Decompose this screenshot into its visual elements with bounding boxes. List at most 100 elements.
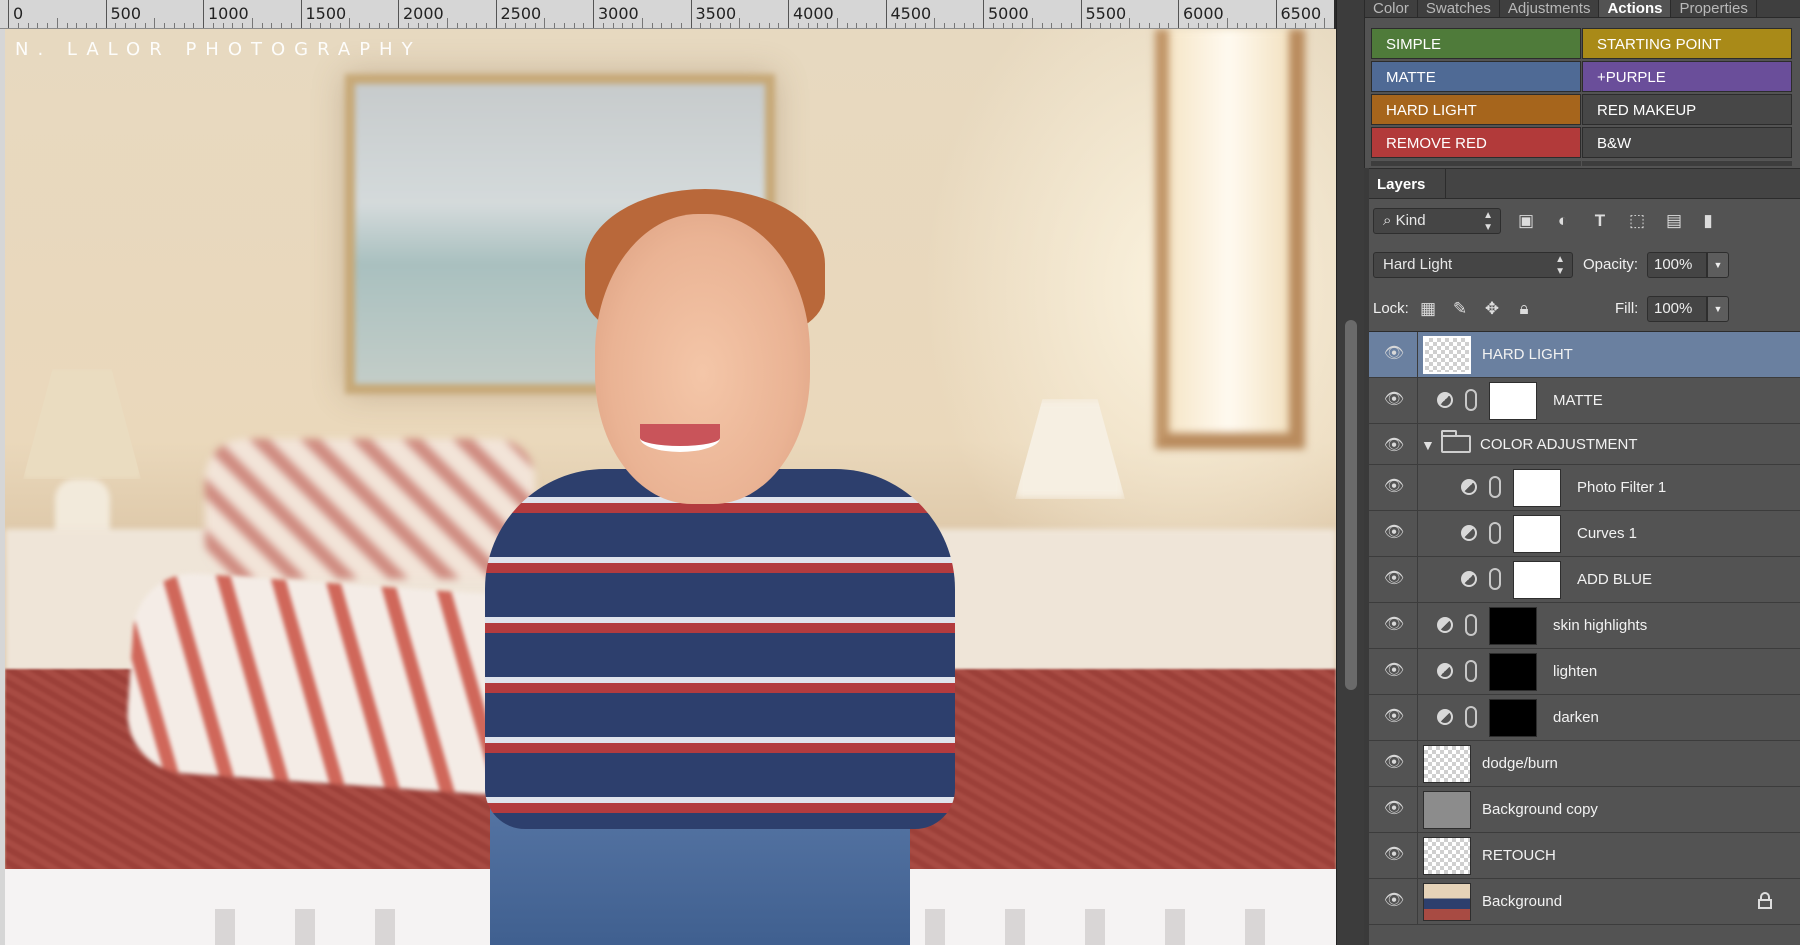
- adjustment-layer-icon: [1437, 709, 1453, 725]
- adjustment-layer-icon: [1461, 479, 1477, 495]
- eye-visibility-icon[interactable]: 👁︎: [1383, 525, 1405, 541]
- action-button-red-makeup[interactable]: RED MAKEUP: [1582, 94, 1792, 125]
- adjustment-layer-filter-icon[interactable]: ◐: [1550, 208, 1576, 234]
- tab-color[interactable]: Color: [1365, 0, 1418, 17]
- layer-row-background[interactable]: 👁︎ Background: [1365, 879, 1800, 925]
- lock-position-move-icon[interactable]: ✥: [1479, 296, 1505, 322]
- tab-properties[interactable]: Properties: [1671, 0, 1757, 17]
- ruler-tick: 3500: [690, 0, 736, 28]
- ruler-tick-label: 5000: [988, 4, 1029, 23]
- layers-panel-title[interactable]: Layers: [1377, 176, 1425, 193]
- divider: [1417, 879, 1418, 924]
- lock-pixels-brush-icon[interactable]: ✎: [1447, 296, 1473, 322]
- fill-label: Fill:: [1615, 300, 1639, 317]
- ruler-tick-label: 1000: [208, 4, 249, 23]
- eye-visibility-icon[interactable]: 👁︎: [1383, 571, 1405, 587]
- ruler-minor-tick: [641, 18, 643, 28]
- eye-visibility-icon[interactable]: 👁︎: [1383, 438, 1405, 454]
- tab-adjustments[interactable]: Adjustments: [1500, 0, 1600, 17]
- blend-mode-select[interactable]: Hard Light ▲ ▼: [1373, 252, 1573, 278]
- chain-link-icon[interactable]: [1489, 476, 1501, 498]
- lock-transparency-icon[interactable]: ▦: [1415, 296, 1441, 322]
- ruler-minor-tick: [183, 23, 185, 28]
- eye-visibility-icon[interactable]: 👁︎: [1383, 847, 1405, 863]
- tab-actions[interactable]: Actions: [1599, 0, 1672, 17]
- ruler-tick: 500: [105, 0, 141, 28]
- action-button-simple[interactable]: SIMPLE: [1371, 28, 1581, 59]
- chain-link-icon[interactable]: [1489, 568, 1501, 590]
- eye-visibility-icon[interactable]: 👁︎: [1383, 479, 1405, 495]
- action-button-b-w[interactable]: B&W: [1582, 127, 1792, 158]
- pillow-back: [205, 439, 535, 579]
- photo-canvas[interactable]: N. LALOR PHOTOGRAPHY: [5, 29, 1336, 945]
- smart-object-filter-icon[interactable]: ▤: [1661, 208, 1687, 234]
- opacity-input[interactable]: 100%: [1647, 252, 1707, 278]
- bed-slat: [375, 909, 395, 945]
- ruler-minor-tick: [924, 23, 926, 28]
- ruler-minor-tick: [437, 23, 438, 28]
- tab-swatches[interactable]: Swatches: [1418, 0, 1500, 17]
- action-button-remove-red[interactable]: REMOVE RED: [1371, 127, 1581, 158]
- canvas-vertical-scrollbar[interactable]: [1336, 0, 1364, 945]
- eye-visibility-icon[interactable]: 👁︎: [1383, 346, 1405, 362]
- ruler-minor-tick: [632, 23, 633, 28]
- eye-visibility-icon[interactable]: 👁︎: [1383, 617, 1405, 633]
- lock-all-icon[interactable]: 🔒︎: [1511, 296, 1537, 322]
- type-layer-filter-icon[interactable]: T: [1587, 208, 1613, 234]
- layer-row-matte[interactable]: 👁︎ MATTE: [1365, 378, 1800, 424]
- layer-row-photo-filter-1[interactable]: 👁︎ Photo Filter 1: [1365, 465, 1800, 511]
- eye-visibility-icon[interactable]: 👁︎: [1383, 663, 1405, 679]
- ruler-minor-tick: [1100, 23, 1101, 28]
- scrollbar-thumb[interactable]: [1345, 320, 1357, 690]
- filter-kind-select[interactable]: ⌕ Kind ▲ ▼: [1373, 208, 1501, 234]
- action-button-matte[interactable]: MATTE: [1371, 61, 1581, 92]
- ruler-minor-tick: [417, 23, 419, 28]
- chain-link-icon[interactable]: [1465, 706, 1477, 728]
- fill-dropdown-button[interactable]: ▼: [1707, 296, 1729, 322]
- action-button-purple[interactable]: +PURPLE: [1582, 61, 1792, 92]
- chain-link-icon[interactable]: [1465, 614, 1477, 636]
- action-button-starting-point[interactable]: STARTING POINT: [1582, 28, 1792, 59]
- ruler-minor-tick: [388, 23, 390, 28]
- fill-input[interactable]: 100%: [1647, 296, 1707, 322]
- horizontal-ruler: 0 500 1000 1500 2000 2500 3000 3500 4000 4500 5000…: [0, 0, 1334, 29]
- bed-slat: [1005, 909, 1025, 945]
- chain-link-icon[interactable]: [1489, 522, 1501, 544]
- filter-toggle-icon[interactable]: ▮: [1695, 208, 1721, 234]
- document-area: 0 500 1000 1500 2000 2500 3000 3500 4000 4500 5000…: [0, 0, 1364, 945]
- opacity-dropdown-button[interactable]: ▼: [1707, 252, 1729, 278]
- eye-visibility-icon[interactable]: 👁︎: [1383, 755, 1405, 771]
- eye-visibility-icon[interactable]: 👁︎: [1383, 801, 1405, 817]
- chain-link-icon[interactable]: [1465, 389, 1477, 411]
- ruler-minor-tick: [1265, 23, 1267, 28]
- layer-name: Photo Filter 1: [1577, 479, 1667, 496]
- layer-row-dodge-burn[interactable]: 👁︎ dodge/burn: [1365, 741, 1800, 787]
- updown-arrows-icon: ▲ ▼: [1555, 254, 1565, 277]
- layer-row-darken[interactable]: 👁︎ darken: [1365, 695, 1800, 741]
- layer-row-curves-1[interactable]: 👁︎ Curves 1: [1365, 511, 1800, 557]
- layer-row-lighten[interactable]: 👁︎ lighten: [1365, 649, 1800, 695]
- ruler-minor-tick: [710, 23, 711, 28]
- layer-group-color-adjustment[interactable]: 👁︎ ▼ COLOR ADJUSTMENT: [1365, 424, 1800, 465]
- layer-row-retouch[interactable]: 👁︎ RETOUCH: [1365, 833, 1800, 879]
- ruler-minor-tick: [622, 23, 624, 28]
- action-button-hard-light[interactable]: HARD LIGHT: [1371, 94, 1581, 125]
- shape-layer-filter-icon[interactable]: ⬚: [1624, 208, 1650, 234]
- ruler-minor-tick: [1285, 23, 1287, 28]
- chain-link-icon[interactable]: [1465, 660, 1477, 682]
- panel-vertical-scrollbar[interactable]: [1364, 168, 1369, 945]
- ruler-minor-tick: [700, 23, 702, 28]
- layer-row-background-copy[interactable]: 👁︎ Background copy: [1365, 787, 1800, 833]
- group-expand-triangle-icon[interactable]: ▼: [1421, 437, 1435, 453]
- eye-visibility-icon[interactable]: 👁︎: [1383, 893, 1405, 909]
- ruler-minor-tick: [1031, 18, 1033, 28]
- ruler-minor-tick: [17, 23, 19, 28]
- layer-row-add-blue[interactable]: 👁︎ ADD BLUE: [1365, 557, 1800, 603]
- layer-row-hard-light[interactable]: 👁︎ HARD LIGHT: [1365, 332, 1800, 378]
- eye-visibility-icon[interactable]: 👁︎: [1383, 392, 1405, 408]
- eye-visibility-icon[interactable]: 👁︎: [1383, 709, 1405, 725]
- layer-row-skin-highlights[interactable]: 👁︎ skin highlights: [1365, 603, 1800, 649]
- pixel-layer-filter-icon[interactable]: ▣: [1513, 208, 1539, 234]
- ruler-minor-tick: [1295, 23, 1296, 28]
- ruler-minor-tick: [1070, 23, 1072, 28]
